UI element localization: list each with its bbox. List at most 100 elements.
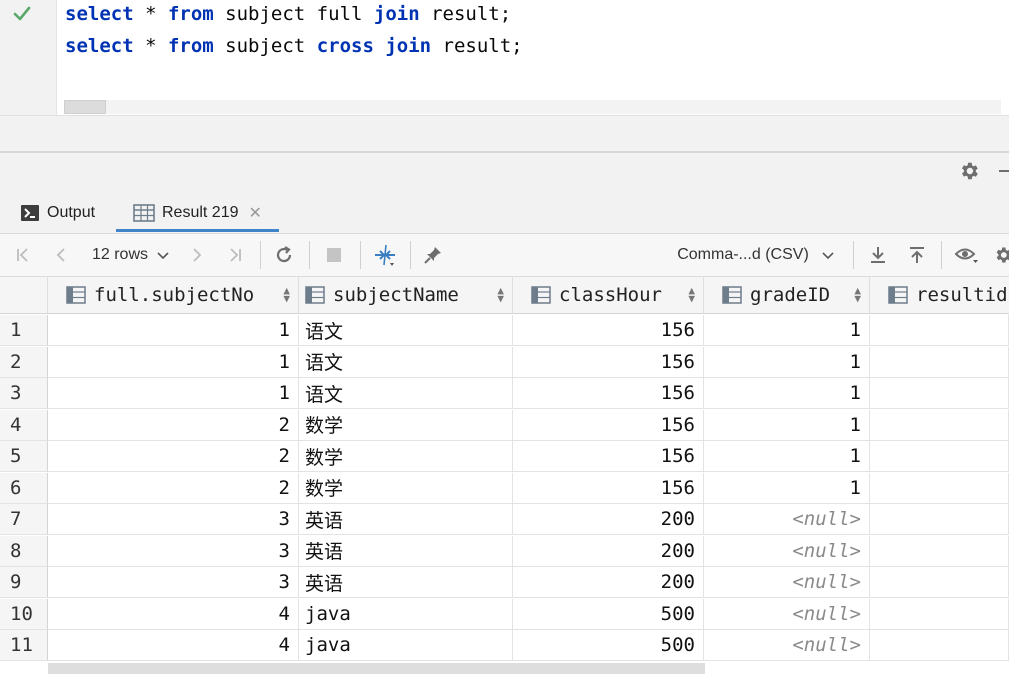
cell-resultid[interactable] xyxy=(870,409,1009,441)
cell-classhour[interactable]: 200 xyxy=(513,504,704,535)
cell-gradeid[interactable]: <null> xyxy=(704,535,870,567)
cell-classhour[interactable]: 500 xyxy=(513,598,704,630)
cell-subjectno[interactable]: 4 xyxy=(48,598,299,630)
cell-subjectname[interactable]: 英语 xyxy=(299,535,513,567)
cell-subjectname[interactable]: 语文 xyxy=(299,346,513,378)
cell-resultid[interactable] xyxy=(870,535,1009,567)
cell-classhour[interactable]: 156 xyxy=(513,315,704,346)
row-number[interactable]: 10 xyxy=(0,598,48,630)
row-number[interactable]: 11 xyxy=(0,630,48,661)
cell-subjectno[interactable]: 4 xyxy=(48,630,299,661)
export-format-dropdown[interactable]: Comma-...d (CSV) xyxy=(668,234,844,276)
row-number[interactable]: 6 xyxy=(0,472,48,504)
cell-resultid[interactable] xyxy=(870,504,1009,535)
code-line-1[interactable]: select * from subject full join result; xyxy=(65,3,511,25)
prev-page-icon[interactable] xyxy=(48,234,74,276)
cell-classhour[interactable]: 156 xyxy=(513,346,704,378)
refresh-icon[interactable] xyxy=(270,234,298,276)
table-row[interactable]: 2 1 语文 156 1 xyxy=(0,346,1009,379)
cell-classhour[interactable]: 156 xyxy=(513,409,704,441)
minimize-icon[interactable] xyxy=(999,170,1009,172)
cell-resultid[interactable] xyxy=(870,630,1009,661)
cell-subjectno[interactable]: 2 xyxy=(48,441,299,472)
column-header-subjectno[interactable]: full.subjectNo ▲ ▼ xyxy=(48,277,299,314)
table-row[interactable]: 1 1 语文 156 1 xyxy=(0,315,1009,347)
cell-subjectno[interactable]: 2 xyxy=(48,472,299,504)
cell-gradeid[interactable]: 1 xyxy=(704,472,870,504)
cell-subjectno[interactable]: 1 xyxy=(48,378,299,409)
compare-icon[interactable] xyxy=(370,234,400,276)
sort-icon[interactable]: ▲ ▼ xyxy=(854,285,861,304)
cell-subjectno[interactable]: 2 xyxy=(48,409,299,441)
table-row[interactable]: 8 3 英语 200 <null> xyxy=(0,535,1009,568)
last-page-icon[interactable] xyxy=(222,234,248,276)
cell-subjectname[interactable]: java xyxy=(299,598,513,630)
table-row[interactable]: 3 1 语文 156 1 xyxy=(0,378,1009,410)
column-header-classhour[interactable]: classHour ▲ ▼ xyxy=(513,277,704,314)
cell-gradeid[interactable]: <null> xyxy=(704,504,870,535)
cell-subjectname[interactable]: 数学 xyxy=(299,472,513,504)
first-page-icon[interactable] xyxy=(10,234,36,276)
cell-gradeid[interactable]: <null> xyxy=(704,567,870,598)
table-row[interactable]: 9 3 英语 200 <null> xyxy=(0,567,1009,599)
tab-output[interactable]: Output xyxy=(20,193,95,233)
cell-subjectname[interactable]: 数学 xyxy=(299,409,513,441)
settings-icon[interactable] xyxy=(958,160,980,182)
rows-dropdown[interactable]: 12 rows xyxy=(86,234,176,276)
cell-subjectno[interactable]: 1 xyxy=(48,346,299,378)
tab-result[interactable]: Result 219 ✕ xyxy=(133,193,262,233)
cell-subjectno[interactable]: 3 xyxy=(48,535,299,567)
cell-subjectno[interactable]: 1 xyxy=(48,315,299,346)
cell-resultid[interactable] xyxy=(870,441,1009,472)
cell-gradeid[interactable]: 1 xyxy=(704,346,870,378)
editor-scroll-thumb[interactable] xyxy=(64,100,106,114)
cell-gradeid[interactable]: <null> xyxy=(704,630,870,661)
row-number[interactable]: 2 xyxy=(0,346,48,378)
cell-resultid[interactable] xyxy=(870,346,1009,378)
row-number[interactable]: 1 xyxy=(0,315,48,346)
sql-editor[interactable]: select * from subject full join result; … xyxy=(0,0,1009,115)
cell-classhour[interactable]: 156 xyxy=(513,441,704,472)
pin-icon[interactable] xyxy=(419,234,447,276)
cell-classhour[interactable]: 156 xyxy=(513,472,704,504)
cell-resultid[interactable] xyxy=(870,378,1009,409)
table-row[interactable]: 11 4 java 500 <null> xyxy=(0,630,1009,662)
sort-icon[interactable]: ▲ ▼ xyxy=(283,285,290,304)
view-icon[interactable] xyxy=(951,234,983,276)
table-row[interactable]: 10 4 java 500 <null> xyxy=(0,598,1009,631)
cell-resultid[interactable] xyxy=(870,315,1009,346)
cell-gradeid[interactable]: 1 xyxy=(704,441,870,472)
cell-subjectname[interactable]: java xyxy=(299,630,513,661)
close-icon[interactable]: ✕ xyxy=(249,203,262,223)
sort-icon[interactable]: ▲ ▼ xyxy=(688,285,695,304)
editor-horizontal-scrollbar[interactable] xyxy=(64,100,1001,114)
column-header-gradeid[interactable]: gradeID ▲ ▼ xyxy=(704,277,870,314)
cell-classhour[interactable]: 156 xyxy=(513,378,704,409)
table-row[interactable]: 6 2 数学 156 1 xyxy=(0,472,1009,505)
grid-horizontal-scrollbar[interactable] xyxy=(48,663,705,674)
download-icon[interactable] xyxy=(864,234,892,276)
cell-subjectname[interactable]: 英语 xyxy=(299,504,513,535)
code-line-2[interactable]: select * from subject cross join result; xyxy=(65,35,523,57)
row-number[interactable]: 7 xyxy=(0,504,48,535)
table-row[interactable]: 5 2 数学 156 1 xyxy=(0,441,1009,473)
upload-icon[interactable] xyxy=(903,234,931,276)
cell-subjectno[interactable]: 3 xyxy=(48,504,299,535)
row-number[interactable]: 8 xyxy=(0,535,48,567)
cell-gradeid[interactable]: 1 xyxy=(704,378,870,409)
row-number[interactable]: 4 xyxy=(0,409,48,441)
cell-gradeid[interactable]: 1 xyxy=(704,409,870,441)
cell-classhour[interactable]: 200 xyxy=(513,535,704,567)
row-number[interactable]: 3 xyxy=(0,378,48,409)
next-page-icon[interactable] xyxy=(184,234,210,276)
result-grid[interactable]: full.subjectNo ▲ ▼ subjectName ▲ ▼ classHo… xyxy=(0,277,1009,674)
cell-resultid[interactable] xyxy=(870,567,1009,598)
column-header-subjectname[interactable]: subjectName ▲ ▼ xyxy=(299,277,513,314)
cell-gradeid[interactable]: <null> xyxy=(704,598,870,630)
cell-classhour[interactable]: 500 xyxy=(513,630,704,661)
table-row[interactable]: 4 2 数学 156 1 xyxy=(0,409,1009,442)
cell-gradeid[interactable]: 1 xyxy=(704,315,870,346)
settings-icon[interactable] xyxy=(990,234,1009,276)
table-row[interactable]: 7 3 英语 200 <null> xyxy=(0,504,1009,536)
cell-subjectname[interactable]: 数学 xyxy=(299,441,513,472)
